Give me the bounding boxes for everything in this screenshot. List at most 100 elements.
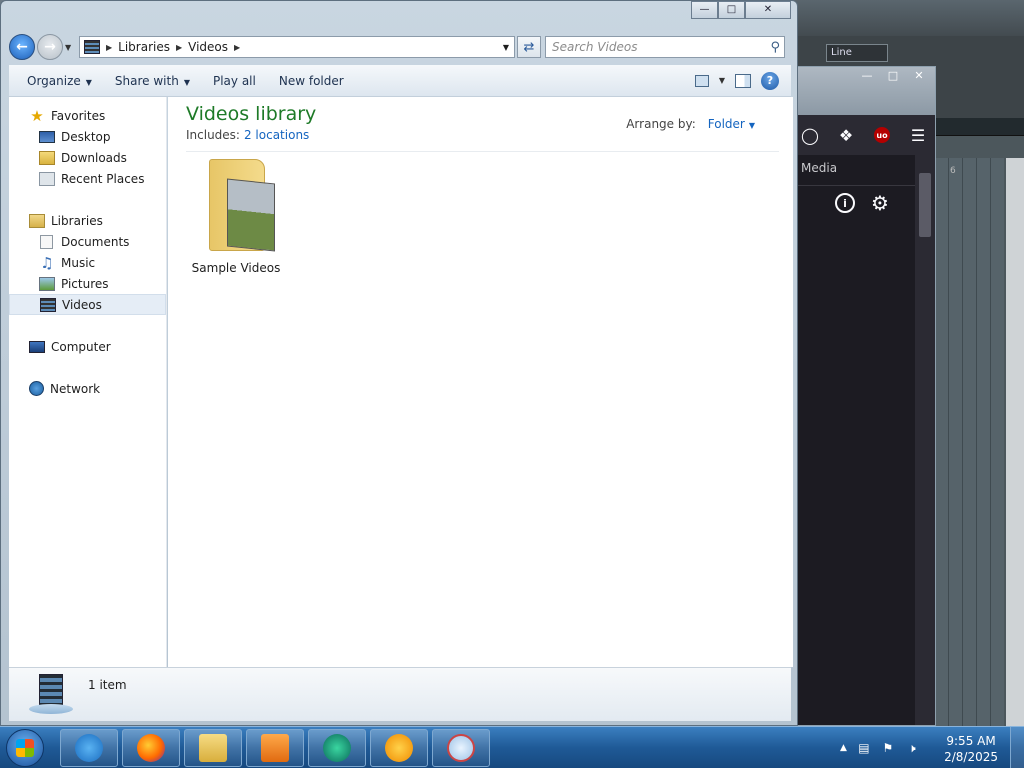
windows-logo-icon [16,739,34,757]
clock-date: 2/8/2025 [944,750,998,764]
maximize-button[interactable]: □ [718,1,745,19]
action-center-flag-icon[interactable]: ⚑ [881,741,895,755]
library-includes: Includes: 2 locations [186,128,309,142]
explorer-titlebar: — □ ✕ [1,1,797,31]
chevron-down-icon: ▼ [748,121,755,130]
line-select[interactable]: Line [826,44,888,62]
panel-grid [934,158,1004,730]
sidebar-item-downloads[interactable]: Downloads [9,147,166,168]
browser-scrollbar[interactable] [915,155,935,725]
sidebar-item-favorites[interactable]: ★ Favorites [9,105,166,126]
organize-button[interactable]: Organize ▼ [19,74,107,88]
address-bar[interactable]: ▶ Libraries ▶ Videos ▶ ▼ [79,36,515,58]
locations-link[interactable]: 2 locations [244,128,309,142]
magnifier-icon[interactable] [432,729,490,767]
arrange-by-dropdown[interactable]: Folder ▼ [708,117,755,131]
fl-studio-icon[interactable] [370,729,428,767]
back-button[interactable]: ← [9,34,35,60]
preview-pane-icon[interactable] [735,73,751,88]
start-button[interactable] [6,729,44,767]
sidebar-item-documents[interactable]: Documents [9,231,166,252]
sidebar-item-recent-places[interactable]: Recent Places [9,168,166,189]
search-icon[interactable]: ⚲ [770,40,780,55]
volume-muted-icon[interactable]: 🕨 [905,741,919,755]
divider [795,185,935,186]
extensions-icon[interactable]: ❖ [835,124,857,146]
page-title: Videos library [186,103,317,125]
arrange-by-label: Arrange by: [626,117,696,131]
sidebar-item-computer[interactable]: Computer [9,336,166,357]
folder-label: Sample Videos [191,261,281,275]
panel-header [934,118,1024,136]
share-with-button[interactable]: Share with ▼ [107,74,205,88]
address-dropdown-icon[interactable]: ▼ [498,43,514,52]
browser-maximize-button[interactable]: □ [881,69,905,83]
help-icon[interactable]: ? [761,71,779,90]
music-note-icon: ♫ [40,253,54,272]
network-status-icon[interactable]: ▤ [857,741,871,755]
media-player-icon[interactable] [246,729,304,767]
refresh-button[interactable]: ⇄ [517,36,541,58]
panel-scrollbar[interactable] [1006,158,1024,730]
sidebar-item-libraries[interactable]: Libraries [9,210,166,231]
chevron-right-icon[interactable]: ▶ [234,43,240,52]
background-app-toolbar [790,0,1024,36]
minimize-button[interactable]: — [691,1,718,19]
search-input[interactable]: Search Videos ⚲ [545,36,785,58]
videos-library-icon [84,40,100,54]
firefox-icon[interactable] [122,729,180,767]
details-pane: 1 item [9,667,791,721]
ublock-icon[interactable]: uo [871,124,893,146]
star-icon: ★ [30,106,44,125]
item-count: 1 item [88,678,127,692]
browser-minimize-button[interactable]: — [855,69,879,83]
libraries-icon [29,213,45,228]
browser-titlebar: — □ ✕ [795,67,935,115]
folder-item[interactable]: Sample Videos [188,159,284,275]
command-bar: Organize ▼ Share with ▼ Play all New folde… [9,65,791,97]
sidebar-item-videos[interactable]: Videos [9,294,166,315]
menu-icon[interactable]: ☰ [907,124,929,146]
panel-cell-label: 6 [950,166,956,176]
circle-app-icon[interactable] [308,729,366,767]
new-folder-button[interactable]: New folder [271,74,359,88]
browser-close-button[interactable]: ✕ [907,69,931,83]
film-icon [40,297,56,312]
browser-content [795,155,915,725]
info-icon[interactable]: i [835,193,855,213]
forward-button[interactable]: → [37,34,63,60]
sidebar-item-desktop[interactable]: Desktop [9,126,166,147]
gear-icon[interactable]: ⚙ [871,193,889,213]
breadcrumb-libraries[interactable]: Libraries [118,40,170,54]
sidebar-item-pictures[interactable]: Pictures [9,273,166,294]
document-icon [40,234,53,249]
desktop-icon [39,130,55,143]
chevron-right-icon[interactable]: ▶ [176,43,182,52]
search-placeholder: Search Videos [552,40,638,54]
pictures-icon [39,276,55,291]
file-explorer-icon[interactable] [184,729,242,767]
videos-library-large-icon [29,674,73,714]
network-icon [29,381,44,396]
close-button[interactable]: ✕ [745,1,791,19]
breadcrumb-videos[interactable]: Videos [188,40,228,54]
chevron-right-icon[interactable]: ▶ [106,43,112,52]
show-desktop-button[interactable] [1010,727,1024,768]
clock-time: 9:55 AM [946,734,996,748]
sidebar-item-music[interactable]: ♫ Music [9,252,166,273]
sidebar-item-media[interactable]: Media [801,161,837,175]
change-view-icon[interactable] [694,74,709,87]
clock[interactable]: 9:55 AM 2/8/2025 [944,733,998,765]
recent-pages-dropdown[interactable]: ▼ [65,43,75,52]
show-hidden-icons-icon[interactable]: ▲ [840,743,847,753]
divider [186,151,779,152]
computer-icon [29,340,45,353]
view-options-dropdown[interactable]: ▼ [719,76,725,85]
chevron-down-icon: ▼ [183,77,190,87]
internet-explorer-icon[interactable] [60,729,118,767]
play-all-button[interactable]: Play all [205,74,271,88]
shield-icon[interactable]: ◯ [799,124,821,146]
sidebar-item-network[interactable]: Network [9,378,166,399]
background-app-panel: 6 [934,118,1024,730]
address-row: ← → ▼ ▶ Libraries ▶ Videos ▶ ▼ ⇄ Search … [9,33,789,61]
